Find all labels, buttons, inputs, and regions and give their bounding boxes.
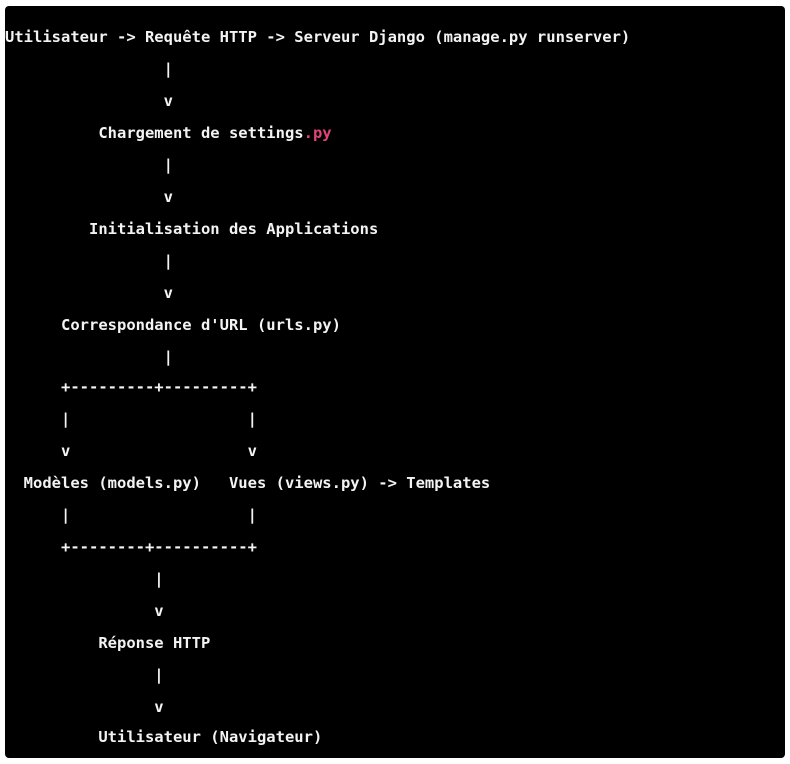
diagram-line-branch-arrows: v v [5,442,257,460]
diagram-line-arrow: v [5,602,164,620]
diagram-line-arrow: v [5,284,173,302]
diagram-line-settings: Chargement de settings.py [5,122,332,144]
diagram-line-arrow: v [5,92,173,110]
diagram-line-init-apps: Initialisation des Applications [5,220,379,238]
diagram-line-pipe: | [5,156,173,174]
diagram-line-pipe: | [5,570,164,588]
diagram-line-request: Utilisateur -> Requête HTTP -> Serveur D… [5,28,631,46]
diagram-line-branch-pipes: | | [5,410,257,428]
diagram-line-url-routing: Correspondance d'URL (urls.py) [5,316,341,334]
diagram-line-branch-merge: +--------+----------+ [5,538,257,556]
settings-extension: .py [303,124,332,142]
diagram-line-pipe: | [5,348,173,366]
diagram-line-user-browser: Utilisateur (Navigateur) [5,728,323,746]
code-block: Utilisateur -> Requête HTTP -> Serveur D… [5,6,785,758]
diagram-line-branch-pipes: | | [5,506,257,524]
diagram-line-pipe: | [5,252,173,270]
diagram-line-http-response: Réponse HTTP [5,634,211,652]
settings-label: Chargement de settings [5,124,304,142]
diagram-line-arrow: v [5,698,164,716]
diagram-line-pipe: | [5,60,173,78]
diagram-line-branch-split: +---------+---------+ [5,378,257,396]
diagram-line-arrow: v [5,188,173,206]
diagram-line-models-views: Modèles (models.py) Vues (views.py) -> T… [5,474,491,492]
diagram-line-pipe: | [5,666,164,684]
request-flow-diagram: Utilisateur -> Requête HTTP -> Serveur D… [5,6,785,758]
